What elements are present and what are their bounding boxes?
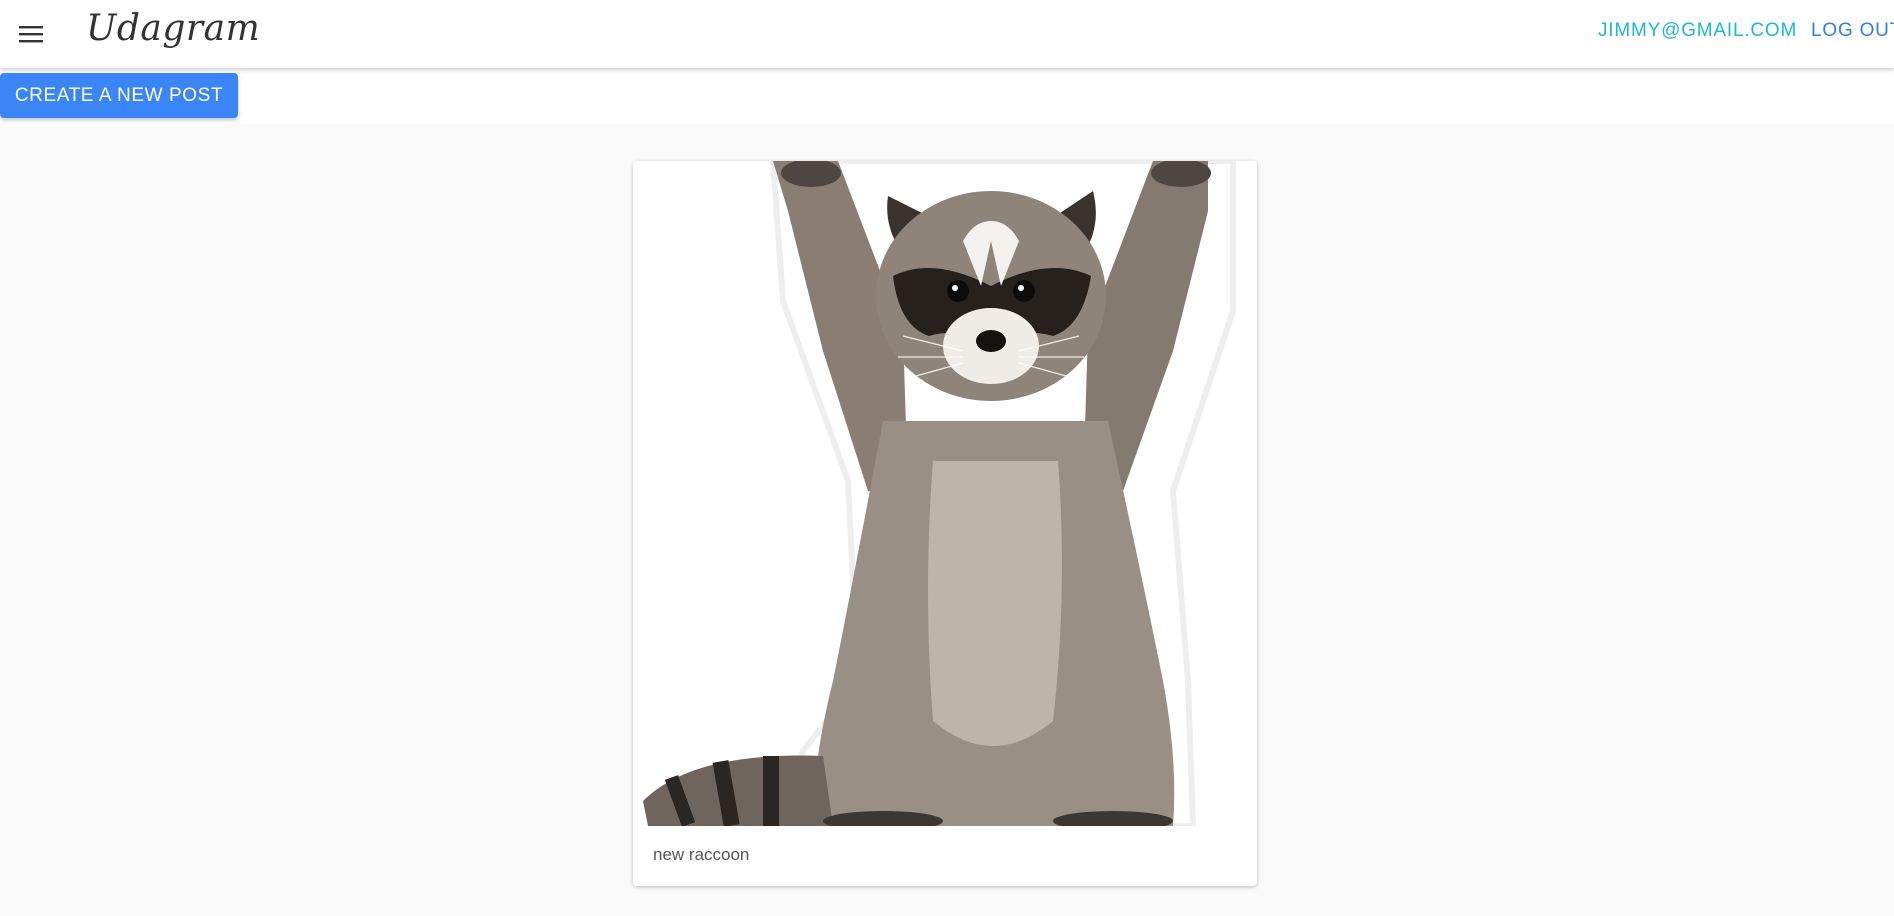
- action-bar: CREATE A NEW POST: [0, 68, 1894, 124]
- create-post-button[interactable]: CREATE A NEW POST: [0, 73, 238, 118]
- top-toolbar: Udagram JIMMY@GMAIL.COM LOG OUT: [0, 0, 1894, 68]
- post-caption: new raccoon: [653, 845, 750, 864]
- post-image[interactable]: [633, 161, 1257, 826]
- menu-icon: [19, 26, 43, 43]
- post-card: new raccoon: [633, 161, 1257, 886]
- app-logo[interactable]: Udagram: [86, 8, 260, 49]
- menu-button[interactable]: [12, 17, 50, 51]
- user-email-link[interactable]: JIMMY@GMAIL.COM: [1598, 20, 1797, 42]
- logout-link[interactable]: LOG OUT: [1811, 20, 1894, 42]
